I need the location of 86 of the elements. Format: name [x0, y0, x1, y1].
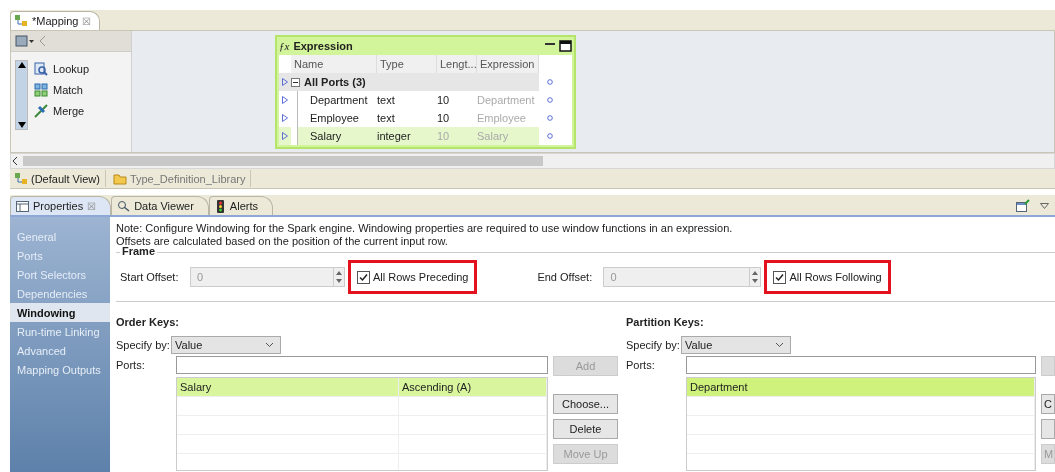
new-window-icon[interactable]	[1016, 199, 1030, 212]
port-length: 10	[437, 111, 451, 126]
ports-field[interactable]	[176, 356, 548, 374]
port-name[interactable]: Salary	[297, 127, 377, 145]
port-expression: Department	[477, 93, 536, 108]
port-name[interactable]: Department	[297, 91, 377, 109]
collapse-icon[interactable]	[291, 77, 300, 87]
checkbox[interactable]: All Rows Following	[773, 270, 882, 284]
action-button[interactable]: Choose...	[553, 394, 618, 414]
table-cell[interactable]: Ascending (A)	[399, 378, 547, 396]
specify-dropdown[interactable]: Value	[171, 336, 281, 354]
port-circle-icon	[547, 133, 553, 139]
palette-item[interactable]: Merge	[34, 104, 90, 118]
table-icon	[16, 200, 29, 212]
horizontal-scrollbar[interactable]	[10, 153, 1055, 169]
maximize-icon[interactable]	[559, 40, 572, 52]
panel-tab[interactable]: Properties ☒	[10, 196, 112, 215]
grid-icon	[34, 83, 48, 97]
port-type: text	[377, 111, 396, 126]
group-row[interactable]: All Ports (3)	[291, 73, 539, 91]
view-menu-icon[interactable]	[1040, 202, 1049, 209]
action-button[interactable]: Delete	[553, 419, 618, 439]
palette-item[interactable]: Lookup	[34, 62, 90, 76]
port-arrow-icon	[282, 132, 288, 140]
port-circle-icon	[547, 79, 553, 85]
tab-title: *Mapping	[32, 15, 79, 27]
specify-dropdown[interactable]: Value	[681, 336, 791, 354]
panel-tab[interactable]: Data Viewer	[111, 196, 209, 215]
sidebar-item[interactable]: Windowing	[10, 303, 110, 322]
expression-node[interactable]: ƒx Expression Name Type Lengt... Expression All Ports (3) Department text 10 Department Employee text 10 Employee Salary integer 10 Salary	[275, 35, 576, 149]
spin-arrows-icon[interactable]	[333, 268, 344, 286]
field-label: Ports:	[116, 358, 146, 373]
view-tab[interactable]: (Default View)	[10, 170, 106, 187]
port-circle-icon	[547, 97, 553, 103]
action-button[interactable]: C	[1041, 394, 1055, 414]
scroll-up-icon[interactable]	[17, 61, 26, 69]
mapping-icon	[15, 15, 28, 27]
column-header[interactable]: Name	[291, 55, 377, 73]
view-tab[interactable]: Type_Definition_Library	[107, 170, 252, 187]
port-circle-icon	[547, 115, 553, 121]
offset-label: End Offset:	[537, 271, 594, 283]
column-header[interactable]: Type	[377, 55, 437, 73]
palette-menu-icon[interactable]	[15, 34, 35, 48]
scroll-left-icon[interactable]	[11, 156, 19, 166]
column-header[interactable]: Lengt...	[437, 55, 477, 73]
node-title: Expression	[293, 40, 353, 52]
note-text: Note: Configure Windowing for the Spark engine. Windowing properties are required to use window functions in an expression. Offsets are calculated based on the position of the current input row.	[116, 222, 734, 247]
port-expression: Employee	[477, 111, 527, 126]
spin-arrows-icon[interactable]	[749, 268, 761, 286]
mapping-icon	[15, 172, 28, 185]
field-label: Ports:	[626, 358, 656, 373]
port-arrow-icon	[282, 114, 288, 122]
close-icon[interactable]: ☒	[82, 15, 92, 27]
magnifier-icon	[34, 62, 48, 76]
checkbox[interactable]: All Rows Preceding	[357, 270, 469, 284]
ports-field[interactable]	[686, 356, 1036, 374]
port-type: integer	[377, 127, 437, 145]
scroll-down-icon[interactable]	[17, 121, 26, 129]
offset-label: Start Offset:	[120, 271, 180, 283]
port-type: text	[377, 93, 396, 108]
port-length: 10	[437, 127, 477, 145]
port-arrow-icon	[282, 96, 288, 104]
field-label: Specify by:	[626, 339, 681, 351]
palette-item[interactable]: Match	[34, 83, 90, 97]
checkmark-icon	[359, 272, 368, 282]
folder-icon	[112, 172, 127, 185]
caret-icon	[265, 342, 274, 348]
section-title: Order Keys:	[116, 316, 180, 330]
merge-arrows-icon	[34, 104, 48, 118]
checkmark-icon	[775, 272, 785, 282]
section-title: Partition Keys:	[626, 316, 705, 330]
frame-title: Frame	[120, 245, 158, 257]
table-cell[interactable]: Salary	[177, 378, 399, 396]
scrollbar[interactable]	[15, 60, 28, 130]
mapping-tab[interactable]: *Mapping ☒	[10, 11, 101, 30]
panel-tab[interactable]: Alerts	[208, 196, 273, 215]
magnifier-icon	[117, 200, 131, 212]
port-arrow-icon	[282, 78, 288, 86]
table-cell[interactable]: Department	[687, 378, 1035, 396]
field-label: Specify by:	[116, 339, 171, 351]
port-length: 10	[437, 93, 451, 108]
column-header[interactable]: Expression	[477, 55, 539, 73]
caret-icon	[775, 342, 784, 348]
port-expression: Salary	[477, 127, 539, 145]
traffic-light-icon	[214, 199, 226, 213]
function-icon: ƒx	[279, 40, 290, 52]
